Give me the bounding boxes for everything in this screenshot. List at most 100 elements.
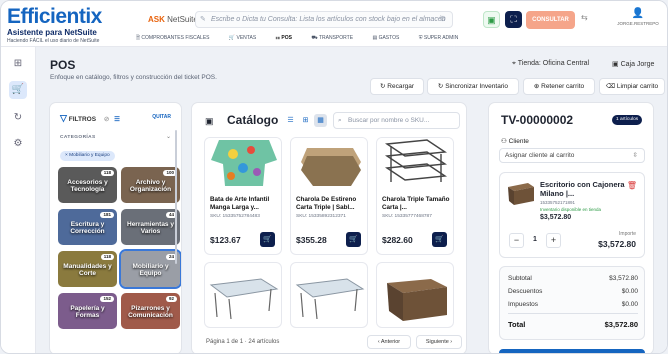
- user-icon: 👤: [631, 8, 645, 19]
- trash-icon[interactable]: 🗑: [627, 181, 637, 190]
- product-card[interactable]: Bata de Arte Infantil Manga Larga y... S…: [204, 137, 282, 255]
- product-card[interactable]: Charola Triple Tamaño Carta |... SKU: 15…: [376, 137, 454, 255]
- page-title: POS: [50, 58, 76, 72]
- nav-item-ventas[interactable]: 🛒 VENTAS: [229, 35, 265, 41]
- categories-label: CATEGORÍAS: [60, 135, 96, 140]
- product-price: $355.28: [296, 235, 327, 245]
- product-image: [377, 138, 453, 188]
- import-label: Importe: [619, 231, 636, 237]
- product-card[interactable]: Charola De Estireno Carta Triple | Sabl.…: [290, 137, 368, 255]
- divider: [508, 313, 638, 314]
- active-filter-chip[interactable]: × Mobiliario y Equipo: [60, 151, 115, 161]
- app-window: Efficientix Asistente para NetSuite Haci…: [0, 0, 668, 354]
- filter-off-icon[interactable]: ⊘: [104, 116, 109, 123]
- nav-item-comprobantes[interactable]: 🗎 COMPROBANTES FISCALES: [136, 35, 219, 41]
- chevron-down-icon[interactable]: ⌄: [166, 133, 171, 140]
- grid-view-icon[interactable]: ⊞: [299, 114, 312, 127]
- client-label: ⚇ Cliente: [501, 138, 529, 145]
- list-view-icon[interactable]: ☰: [284, 114, 297, 127]
- main-nav: 🗎 COMPROBANTES FISCALES 🛒 VENTAS ⚏ POS ⛟…: [136, 35, 476, 45]
- totals-box: Subtotal $3,572.80 Descuentos $0.00 Impues…: [499, 266, 645, 340]
- import-value: $3,572.80: [598, 239, 636, 249]
- increase-qty-button[interactable]: +: [546, 233, 561, 248]
- scan-button[interactable]: ⛶: [505, 11, 522, 28]
- tax-row: Impuestos $0.00: [508, 301, 638, 308]
- category-tile[interactable]: 152 Papelería y Formas: [58, 293, 117, 329]
- ticket-id: TV-00000002: [501, 113, 574, 127]
- product-card[interactable]: [376, 262, 454, 328]
- product-price: $282.60: [382, 235, 413, 245]
- prev-page-button[interactable]: ‹ Anterior: [367, 335, 411, 349]
- page-description: Enfoque en catálogo, filtros y construcc…: [50, 74, 217, 81]
- product-name: Charola Triple Tamaño Carta |...: [382, 196, 450, 211]
- category-tile[interactable]: 118 Accesorios y Tecnología: [58, 167, 117, 203]
- checkout-button[interactable]: [499, 349, 645, 353]
- cart-icon[interactable]: 🛒: [9, 81, 27, 99]
- product-name: Bata de Arte Infantil Manga Larga y...: [210, 196, 270, 211]
- hold-cart-button[interactable]: ⊕ Retener carrito: [523, 78, 595, 95]
- client-select[interactable]: Asignar cliente al carrito ⇳: [499, 148, 645, 163]
- category-tile[interactable]: 100 Archivo y Organización: [121, 167, 180, 203]
- gear-icon[interactable]: ⚙: [9, 135, 27, 153]
- user-menu[interactable]: 👤 JORGE.RESTREPO: [613, 8, 663, 26]
- microphone-button[interactable]: ▣: [483, 11, 500, 28]
- clear-filters-link[interactable]: QUITAR: [152, 114, 171, 120]
- nav-item-gastos[interactable]: ▤ GASTOS: [372, 35, 408, 41]
- cart-item-sku: 15335752171891: [540, 200, 576, 205]
- category-tile-selected[interactable]: 24 Mobiliario y Equipo: [119, 249, 181, 289]
- nav-item-pos[interactable]: ⚏ POS: [276, 35, 301, 41]
- user-name: JORGE.RESTREPO: [617, 21, 659, 26]
- category-tile[interactable]: 44 Herramientas y Varios: [121, 209, 180, 245]
- discount-row: Descuentos $0.00: [508, 288, 638, 295]
- refresh-icon[interactable]: ↻: [9, 109, 27, 127]
- sync-inventory-button[interactable]: ↻ Sincronizar Inventario: [427, 78, 519, 95]
- product-image: [209, 278, 279, 320]
- category-tile[interactable]: 92 Pizarrones y Comunicación: [121, 293, 180, 329]
- add-to-cart-button[interactable]: 🛒: [432, 232, 447, 247]
- nav-item-transporte[interactable]: ⛟ TRANSPORTE: [311, 35, 362, 41]
- catalog-panel: ▣ Catálogo ☰ ⊞ ▦ ⌕ Buscar por nombre o SK…: [191, 102, 467, 353]
- settings-icon[interactable]: ⚙: [440, 12, 446, 27]
- subtotal-row: Subtotal $3,572.80: [508, 275, 638, 282]
- add-to-cart-button[interactable]: 🛒: [260, 232, 275, 247]
- nav-item-super-admin[interactable]: ⛨ SUPER ADMIN: [419, 35, 468, 41]
- product-sku: SKU: 15335892312371: [296, 214, 346, 219]
- product-image: [291, 138, 367, 188]
- brand-logo[interactable]: Efficientix: [7, 6, 102, 27]
- category-tile[interactable]: 181 Escritura y Corrección: [58, 209, 117, 245]
- top-header: Efficientix Asistente para NetSuite Haci…: [1, 1, 667, 47]
- list-icon[interactable]: ☰: [114, 116, 120, 123]
- reload-button[interactable]: ↻ Recargar: [370, 78, 424, 95]
- command-placeholder: Escribe o Dicta tu Consulta: Lista los a…: [211, 16, 446, 23]
- command-input[interactable]: ✎ Escribe o Dicta tu Consulta: Lista los…: [195, 11, 453, 28]
- product-card[interactable]: [204, 262, 282, 328]
- search-icon: ⌕: [338, 117, 342, 124]
- ask-suffix: NetSuite: [167, 15, 198, 24]
- product-card[interactable]: [290, 262, 368, 328]
- decrease-qty-button[interactable]: −: [509, 233, 524, 248]
- toggle-icon[interactable]: ⇆: [581, 13, 588, 22]
- next-page-button[interactable]: Siguiente ›: [416, 335, 462, 349]
- chevron-updown-icon: ⇳: [632, 152, 638, 159]
- large-grid-icon[interactable]: ▦: [314, 114, 327, 127]
- grid-icon[interactable]: ⊞: [9, 55, 27, 73]
- cart-item-availability: Inventario disponible en tienda: [540, 207, 602, 212]
- register-label: ▣ Caja Jorge: [612, 61, 655, 68]
- filters-panel: ▽ FILTROS ⊘ ☰ QUITAR CATEGORÍAS ⌄ × Mobi…: [49, 102, 182, 353]
- scrollbar[interactable]: [175, 130, 177, 264]
- category-tile[interactable]: 118 Manualidades y Corte: [58, 251, 117, 287]
- magic-icon: ✎: [200, 16, 206, 23]
- ticket-panel: TV-00000002 1 artículos ⚇ Cliente Asigna…: [488, 102, 654, 353]
- product-sku: SKU: 15335752784483: [210, 214, 260, 219]
- product-name: Charola De Estireno Carta Triple | Sabl.…: [296, 196, 357, 211]
- brand-subtitle: Asistente para NetSuite: [7, 28, 97, 37]
- brand-tagline: Haciendo FÁCIL el uso diario de NetSuite: [7, 38, 100, 44]
- product-sku: SKU: 15335777468787: [382, 214, 432, 219]
- add-to-cart-button[interactable]: 🛒: [346, 232, 361, 247]
- filter-icon: ▽: [60, 113, 67, 123]
- consult-button[interactable]: CONSULTAR: [526, 11, 575, 29]
- item-count-badge: 1 artículos: [612, 115, 643, 125]
- clear-cart-button[interactable]: ⌫ Limpiar carrito: [599, 78, 665, 95]
- catalog-icon: ▣: [205, 116, 214, 126]
- product-search-input[interactable]: ⌕ Buscar por nombre o SKU...: [333, 112, 460, 129]
